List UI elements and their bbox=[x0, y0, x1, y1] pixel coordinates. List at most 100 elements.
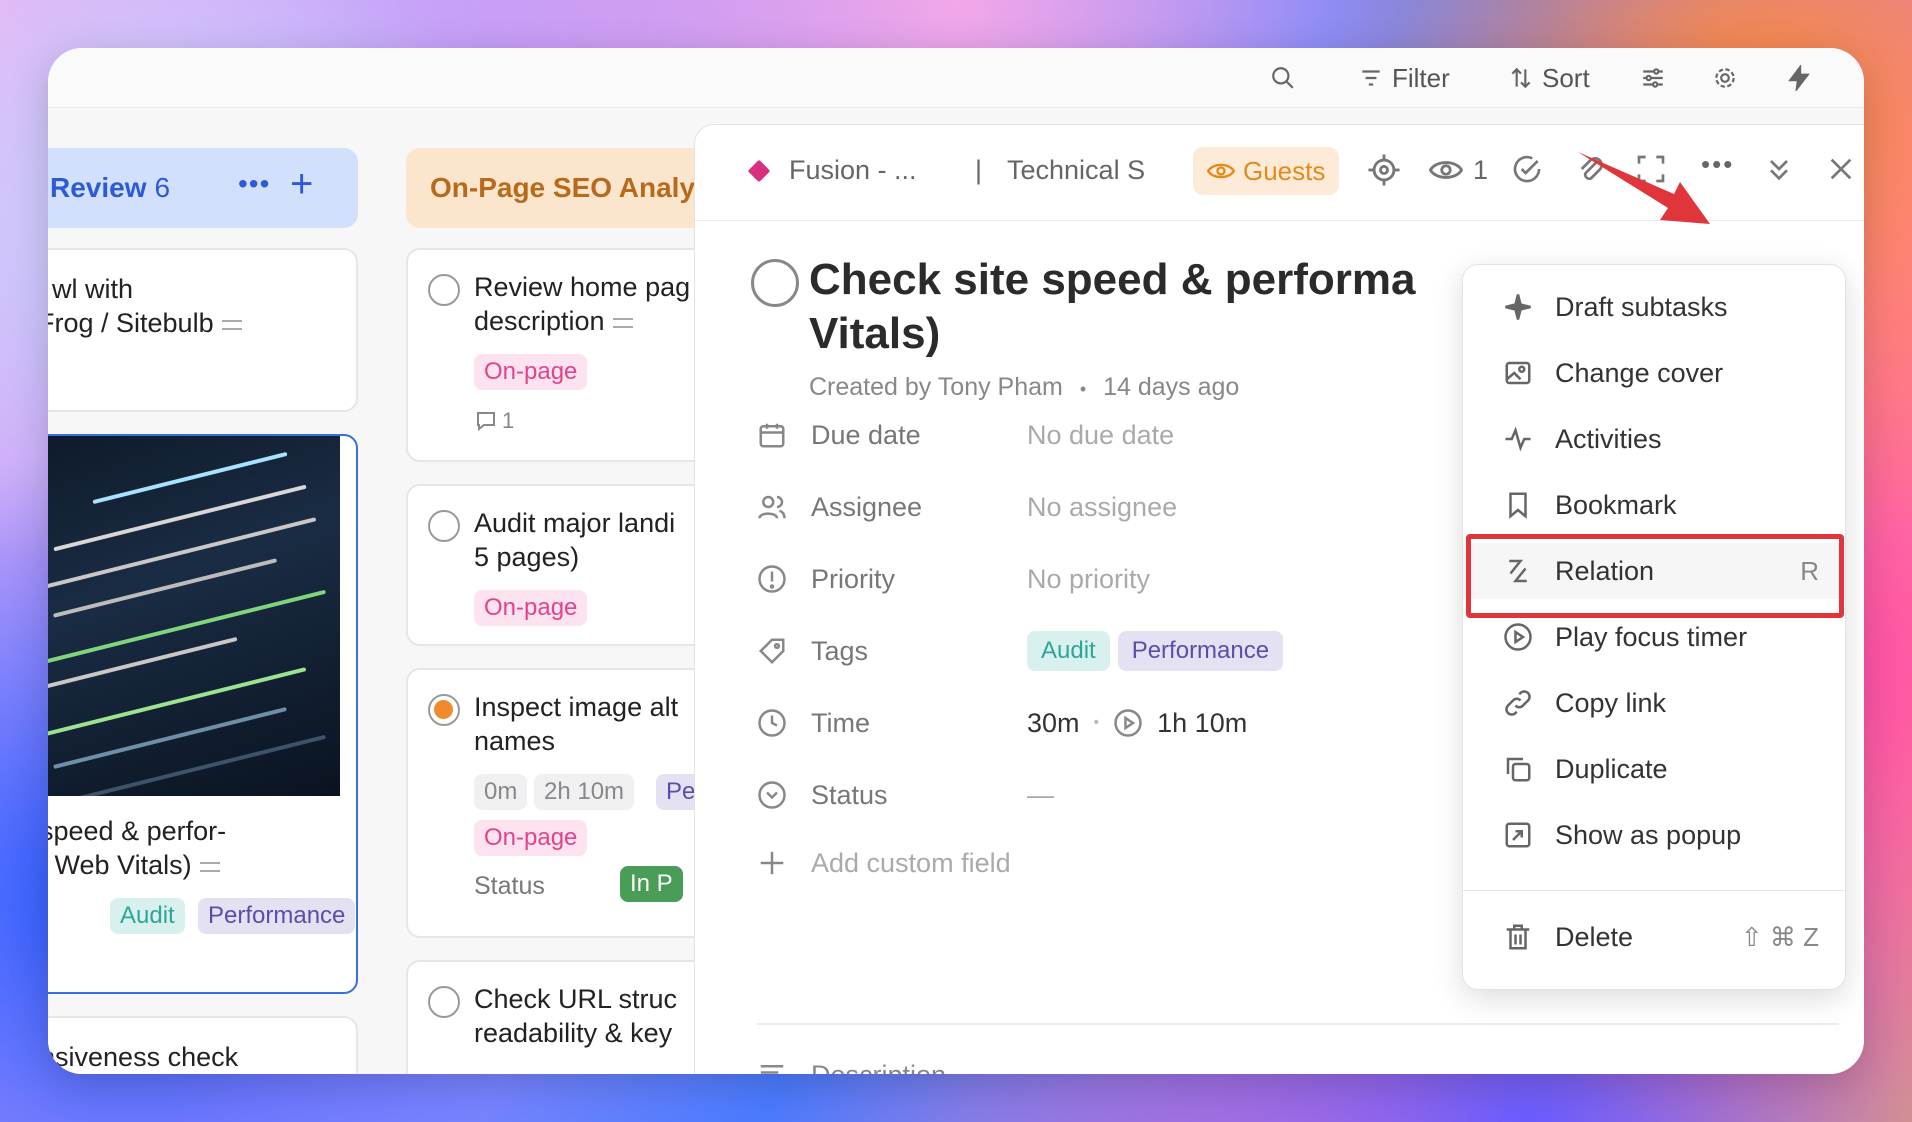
field-value[interactable]: No assignee bbox=[1027, 492, 1177, 523]
field-priority[interactable]: Priority No priority bbox=[757, 559, 1150, 599]
task-card[interactable]: Audit major landi 5 pages) On-page bbox=[406, 484, 726, 646]
column-header-review[interactable]: Review 6 ••• + bbox=[48, 148, 358, 228]
clock-icon bbox=[758, 709, 786, 737]
meta-separator: • bbox=[1079, 379, 1087, 399]
check-circle-icon[interactable] bbox=[1511, 153, 1543, 185]
card-title-line: speed & perfor- bbox=[48, 816, 227, 846]
close-icon[interactable] bbox=[1825, 153, 1857, 185]
search-icon[interactable] bbox=[1270, 60, 1296, 96]
field-value[interactable]: No due date bbox=[1027, 420, 1174, 451]
field-time[interactable]: Time 30m • 1h 10m bbox=[757, 703, 1247, 743]
watchers-button[interactable]: 1 bbox=[1429, 153, 1488, 187]
comment-count: 1 bbox=[474, 408, 514, 434]
task-title-line: Check site speed & performa bbox=[809, 255, 1416, 304]
text-lines-icon bbox=[760, 1065, 784, 1074]
menu-item-bookmark[interactable]: Bookmark bbox=[1463, 477, 1845, 533]
field-value[interactable]: — bbox=[1027, 780, 1054, 811]
tag-audit[interactable]: Audit bbox=[1027, 631, 1110, 671]
card-title-line: names bbox=[474, 726, 556, 756]
tag-performance[interactable]: Performance bbox=[1117, 631, 1284, 671]
menu-item-label: Duplicate bbox=[1555, 753, 1668, 784]
menu-item-delete[interactable]: Delete ⇧ ⌘ Z bbox=[1463, 909, 1845, 965]
field-tags[interactable]: Tags Audit Performance bbox=[757, 631, 1291, 671]
top-toolbar: Filter Sort bbox=[48, 48, 1864, 108]
time-separator: • bbox=[1093, 714, 1100, 731]
task-title[interactable]: Check site speed & performa Vitals) bbox=[809, 253, 1569, 361]
card-title-text: description bbox=[474, 306, 605, 336]
menu-item-activities[interactable]: Activities bbox=[1463, 411, 1845, 467]
field-label: Tags bbox=[811, 635, 869, 666]
task-checkbox[interactable] bbox=[428, 274, 460, 306]
status-badge[interactable]: In P bbox=[620, 866, 683, 902]
eye-icon bbox=[1207, 163, 1235, 179]
sliders-icon[interactable] bbox=[1640, 60, 1666, 96]
highlight-box bbox=[1466, 534, 1844, 618]
field-label: Assignee bbox=[811, 491, 923, 522]
time-tracked[interactable]: 1h 10m bbox=[1157, 708, 1247, 739]
field-due-date[interactable]: Due date No due date bbox=[757, 415, 1174, 455]
filter-button[interactable]: Filter bbox=[1358, 60, 1450, 96]
menu-item-label: Activities bbox=[1555, 423, 1662, 454]
tag-onpage: On-page bbox=[474, 820, 588, 856]
guests-label: Guests bbox=[1243, 155, 1326, 186]
task-checkbox-in-progress[interactable] bbox=[428, 694, 460, 726]
menu-item-label: Change cover bbox=[1555, 357, 1724, 388]
breadcrumb-project[interactable]: Fusion - ... bbox=[747, 155, 917, 186]
task-checkbox[interactable] bbox=[428, 986, 460, 1018]
task-card[interactable]: wl with Frog / Sitebulb bbox=[48, 248, 358, 412]
menu-item-copy-link[interactable]: Copy link bbox=[1463, 675, 1845, 731]
task-card[interactable]: Inspect image alt names 0m 2h 10m Perf O… bbox=[406, 668, 726, 938]
menu-item-label: Bookmark bbox=[1555, 489, 1677, 520]
field-status[interactable]: Status — bbox=[757, 775, 1054, 815]
description-section[interactable]: Description bbox=[757, 1055, 1027, 1074]
created-ago: 14 days ago bbox=[1103, 373, 1240, 401]
card-title-line: Check URL struc bbox=[474, 984, 678, 1014]
image-icon bbox=[1505, 361, 1531, 385]
gear-icon[interactable] bbox=[1712, 60, 1738, 96]
field-label: Due date bbox=[811, 419, 921, 450]
menu-item-duplicate[interactable]: Duplicate bbox=[1463, 741, 1845, 797]
play-circle-icon[interactable] bbox=[1113, 708, 1143, 738]
task-checkbox[interactable] bbox=[428, 510, 460, 542]
task-complete-checkbox[interactable] bbox=[751, 259, 799, 307]
task-card[interactable]: Check URL struc readability & key bbox=[406, 960, 726, 1074]
status-label: Status bbox=[474, 872, 545, 900]
menu-item-show-as-popup[interactable]: Show as popup bbox=[1463, 807, 1845, 863]
filter-label: Filter bbox=[1392, 62, 1450, 93]
time-tracked: 2h 10m bbox=[534, 774, 635, 810]
app-window: Filter Sort Review 6 ••• + wl with Frog … bbox=[48, 48, 1864, 1074]
lightning-icon[interactable] bbox=[1786, 60, 1812, 96]
guests-button[interactable]: Guests bbox=[1193, 147, 1340, 195]
task-card[interactable]: Review home pag description On-page 1 bbox=[406, 248, 726, 462]
trash-icon bbox=[1506, 924, 1530, 950]
created-by: Created by Tony Pham bbox=[809, 373, 1063, 401]
target-icon[interactable] bbox=[1367, 153, 1401, 187]
field-assignee[interactable]: Assignee No assignee bbox=[757, 487, 1177, 527]
time-estimate[interactable]: 30m bbox=[1027, 708, 1080, 739]
field-value[interactable]: No priority bbox=[1027, 564, 1150, 595]
menu-item-shortcut: ⇧ ⌘ Z bbox=[1740, 921, 1819, 952]
priority-icon bbox=[758, 565, 786, 593]
sort-button[interactable]: Sort bbox=[1508, 60, 1590, 96]
time-estimate: 0m bbox=[474, 774, 528, 810]
description-icon bbox=[221, 319, 242, 330]
field-label: Time bbox=[811, 707, 870, 738]
add-custom-field-button[interactable]: Add custom field bbox=[757, 843, 1011, 883]
breadcrumb-list[interactable]: Technical S bbox=[1007, 155, 1147, 186]
more-icon[interactable]: ••• bbox=[238, 168, 270, 200]
sort-label: Sort bbox=[1542, 62, 1590, 93]
add-icon[interactable]: + bbox=[290, 162, 313, 207]
collapse-down-icon[interactable] bbox=[1763, 153, 1795, 185]
menu-item-change-cover[interactable]: Change cover bbox=[1463, 345, 1845, 401]
column-header-onpage-seo[interactable]: On-Page SEO Analy bbox=[406, 148, 726, 228]
card-title-line: readability & key bbox=[474, 1018, 673, 1048]
menu-item-draft-subtasks[interactable]: Draft subtasks bbox=[1463, 279, 1845, 335]
menu-item-label: Play focus timer bbox=[1555, 621, 1748, 652]
task-card[interactable]: nsiveness check bbox=[48, 1016, 358, 1074]
task-card-selected[interactable]: speed & perfor- e Web Vitals) Audit Perf… bbox=[48, 434, 358, 994]
card-title-line: 5 pages) bbox=[474, 542, 580, 572]
card-title-line: Frog / Sitebulb bbox=[48, 306, 242, 340]
calendar-icon bbox=[759, 423, 785, 448]
column-title: Review bbox=[50, 172, 147, 203]
activity-icon bbox=[1505, 426, 1531, 452]
